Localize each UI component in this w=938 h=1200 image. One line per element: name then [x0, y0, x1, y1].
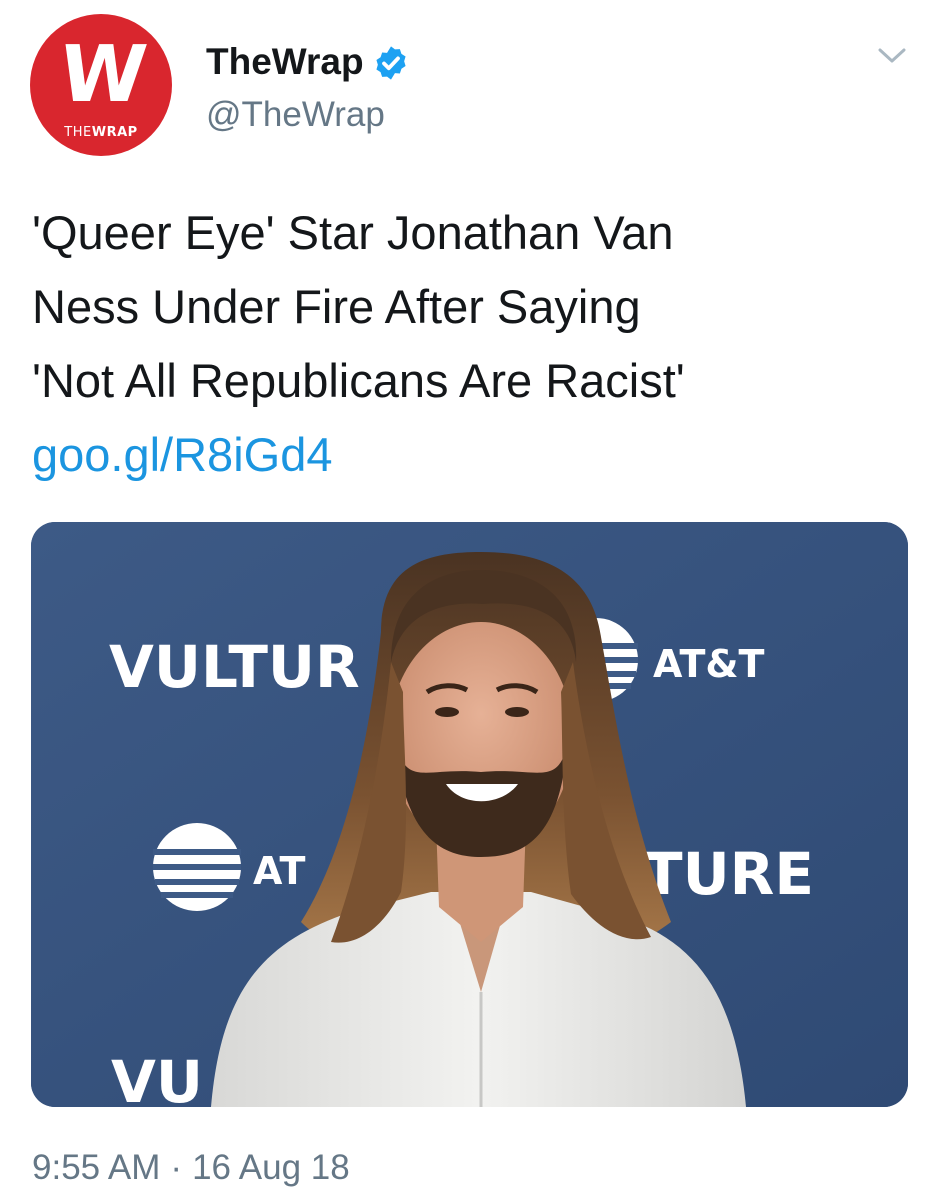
chevron-down-icon[interactable] — [872, 40, 912, 70]
tweet-text-line: Ness Under Fire After Saying — [32, 280, 641, 333]
tweet-link[interactable]: goo.gl/R8iGd4 — [32, 418, 912, 492]
att-globe-icon — [153, 823, 241, 911]
backdrop-vulture-text: VULTUR — [109, 633, 360, 701]
avatar-wordmark: THEWRAP — [30, 125, 172, 141]
tweet-media-photo[interactable]: VULTUR AT&T AT TURE VU — [31, 522, 908, 1107]
avatar-wordmark-bold: WRAP — [91, 125, 138, 140]
tweet-text-line: 'Not All Republicans Are Racist' — [32, 354, 685, 407]
tweet-time: 9:55 AM — [32, 1148, 161, 1187]
avatar[interactable]: W THEWRAP — [30, 14, 172, 156]
backdrop-vulture-bottom-text: VU — [111, 1048, 203, 1107]
photo-illustration: VULTUR AT&T AT TURE VU — [31, 522, 908, 1107]
tweet-timestamp[interactable]: 9:55 AM · 16 Aug 18 — [32, 1146, 350, 1190]
backdrop-att-partial-text: AT — [253, 849, 305, 893]
tweet-text: 'Queer Eye' Star Jonathan Van Ness Under… — [32, 196, 912, 492]
author-handle[interactable]: @TheWrap — [206, 94, 385, 136]
author-display-name[interactable]: TheWrap — [206, 40, 364, 84]
tweet-date: 16 Aug 18 — [192, 1148, 350, 1187]
timestamp-separator: · — [170, 1148, 183, 1187]
avatar-wordmark-thin: THE — [64, 125, 92, 140]
verified-badge-icon — [376, 46, 406, 80]
avatar-logo-letter: W — [55, 30, 147, 120]
tweet-text-line: 'Queer Eye' Star Jonathan Van — [32, 206, 674, 259]
backdrop-att-text: AT&T — [653, 642, 765, 686]
backdrop-vulture-partial-text: TURE — [643, 840, 814, 908]
